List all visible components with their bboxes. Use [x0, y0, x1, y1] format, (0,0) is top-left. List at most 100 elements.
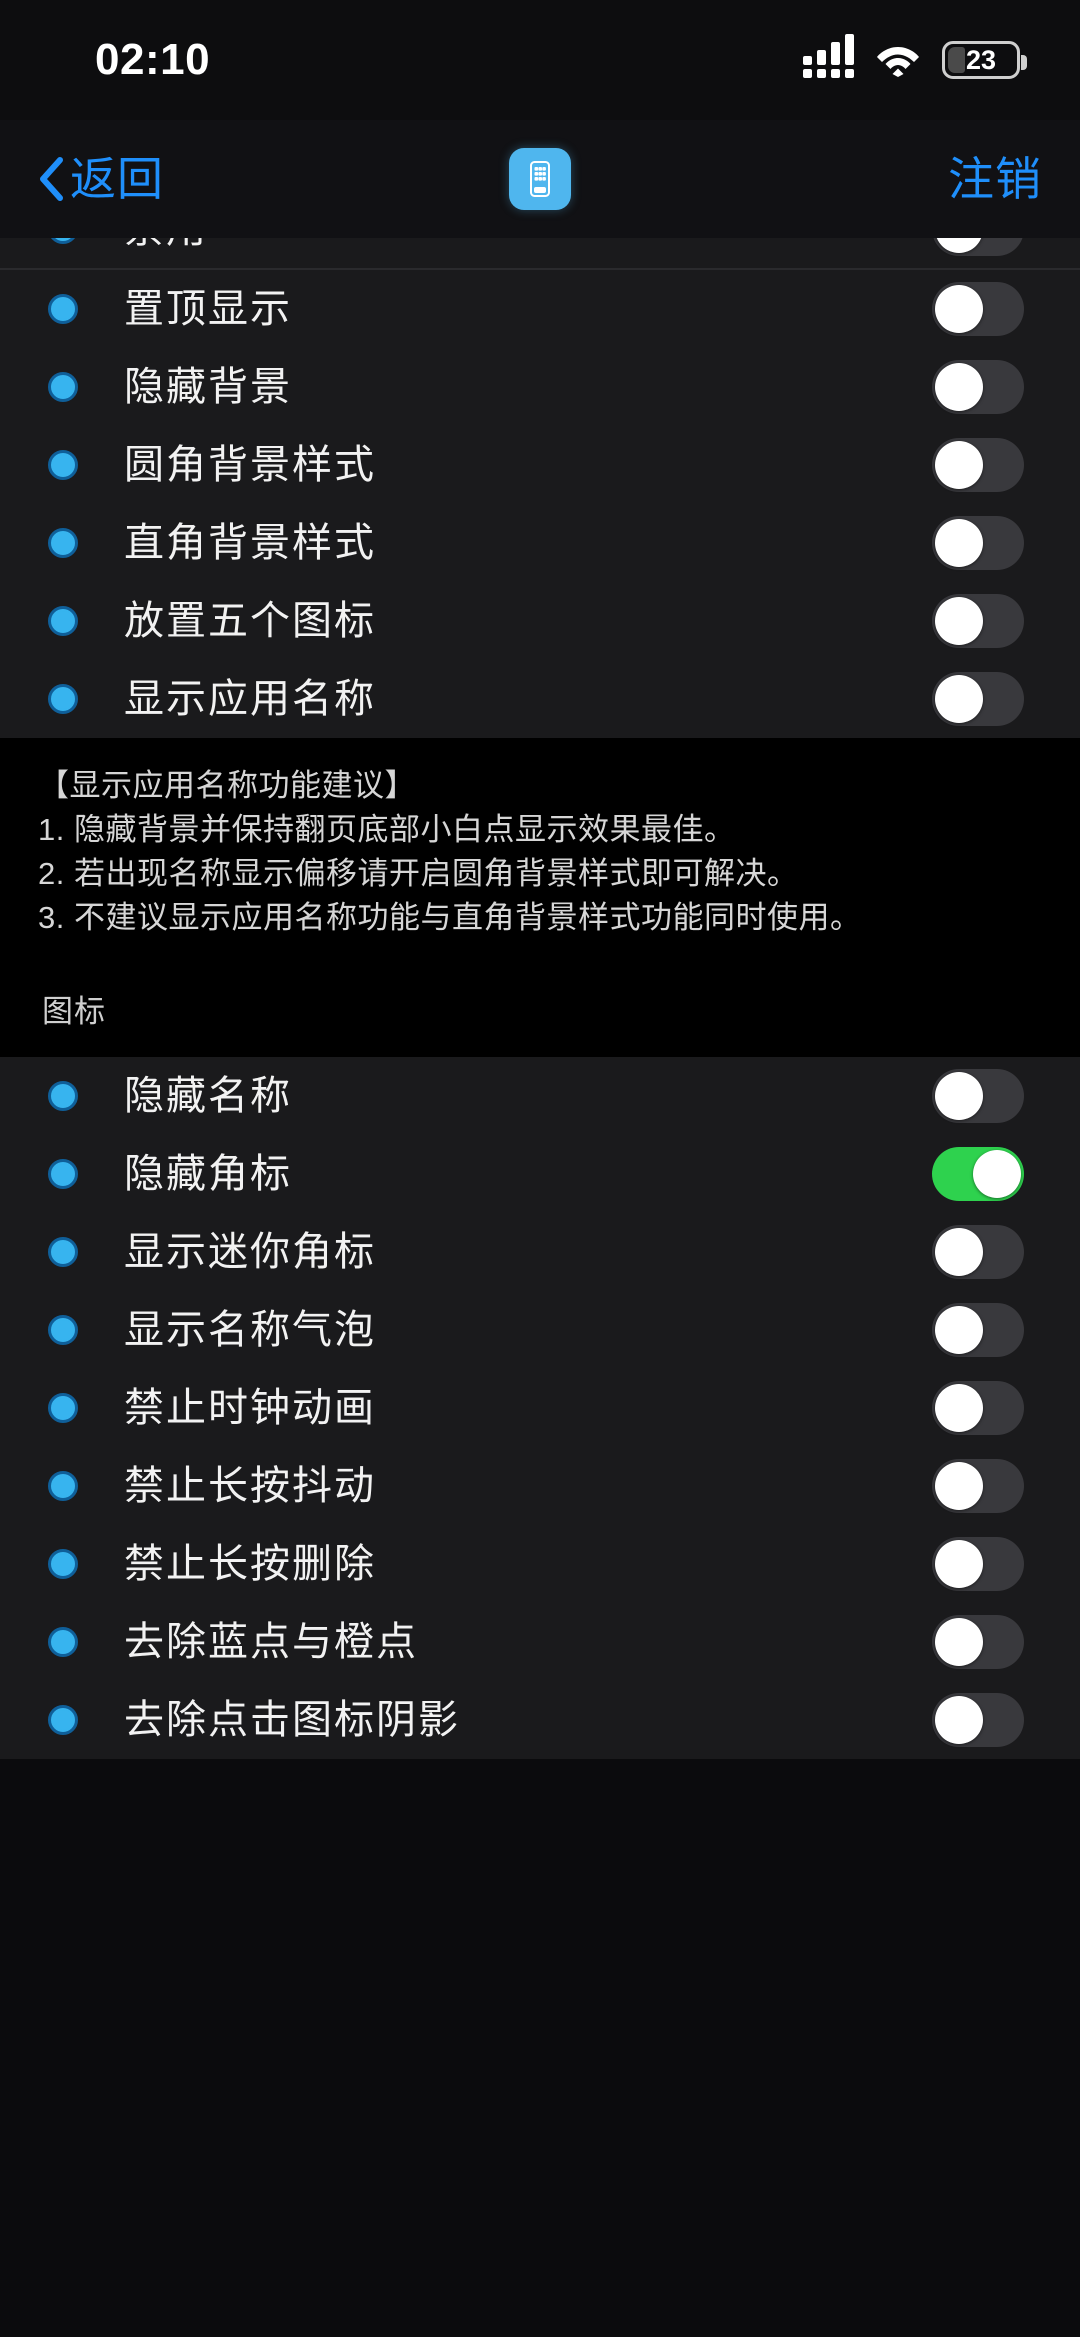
- toggle-knob: [935, 285, 983, 333]
- settings-row-toggle[interactable]: [932, 438, 1024, 492]
- logout-button[interactable]: 注销: [948, 156, 1042, 202]
- settings-row-toggle[interactable]: [932, 1459, 1024, 1514]
- back-button[interactable]: 返回: [38, 156, 164, 202]
- toggle-knob: [935, 675, 983, 723]
- toggle-knob: [935, 1618, 983, 1667]
- settings-row-label: 显示迷你角标: [124, 1230, 376, 1275]
- bullet-icon: [48, 1627, 78, 1658]
- settings-row-xianshi-mini-jiaobiao[interactable]: 显示迷你角标: [0, 1213, 1080, 1291]
- settings-row-toggle[interactable]: [932, 1693, 1024, 1748]
- settings-row-toggle[interactable]: [932, 672, 1024, 726]
- toggle-knob: [935, 597, 983, 645]
- settings-row-label: 去除蓝点与橙点: [124, 1620, 418, 1665]
- settings-row-toggle[interactable]: [932, 1225, 1024, 1280]
- settings-row-toggle[interactable]: [932, 1381, 1024, 1436]
- icon-settings-group: 隐藏名称 隐藏角标 显示迷你角标 显示名称气泡 禁止时钟动画 禁止长按抖动 禁止…: [0, 1057, 1080, 1760]
- settings-row-yincang-beijing[interactable]: 隐藏背景: [0, 348, 1080, 426]
- bullet-icon: [48, 528, 78, 558]
- battery-icon: 23: [942, 41, 1027, 79]
- bullet-icon: [48, 1081, 78, 1112]
- bullet-icon: [48, 1393, 78, 1424]
- settings-row-label: 圆角背景样式: [124, 443, 376, 487]
- settings-row-label: 直角背景样式: [124, 521, 376, 565]
- status-bar-clock: 02:10: [95, 35, 211, 84]
- bullet-icon: [48, 1705, 78, 1736]
- settings-row-toggle[interactable]: [932, 594, 1024, 648]
- toggle-knob: [935, 1540, 983, 1589]
- settings-row-toggle[interactable]: [932, 282, 1024, 336]
- bullet-icon: [48, 1237, 78, 1268]
- settings-row-toggle[interactable]: [932, 1615, 1024, 1670]
- settings-row-toggle[interactable]: [932, 360, 1024, 414]
- settings-row-toggle[interactable]: [932, 238, 1024, 256]
- bullet-icon: [48, 238, 78, 244]
- toggle-knob: [935, 1384, 983, 1433]
- group-footer-note: 【显示应用名称功能建议】 1. 隐藏背景并保持翻页底部小白点显示效果最佳。 2.…: [0, 738, 1080, 971]
- settings-row-label: 隐藏角标: [124, 1152, 292, 1197]
- toggle-knob: [935, 519, 983, 567]
- settings-row-jinzhi-changan-doudong[interactable]: 禁止长按抖动: [0, 1447, 1080, 1525]
- settings-row-label: 隐藏名称: [124, 1074, 292, 1119]
- settings-row-xianshi-mingcheng-qipao[interactable]: 显示名称气泡: [0, 1291, 1080, 1369]
- settings-row-xianshi-yingyong-mingcheng[interactable]: 显示应用名称: [0, 660, 1080, 738]
- battery-level-fill: [948, 47, 965, 73]
- phone-screen: 02:10 23 返回 注销 置顶显示 隐藏背景 圆角背景样式 直角背景样式 放…: [0, 0, 1080, 2337]
- settings-row-yincang-mingcheng[interactable]: 隐藏名称: [0, 1057, 1080, 1135]
- settings-row-toggle[interactable]: [932, 1147, 1024, 1202]
- bullet-icon: [48, 684, 78, 714]
- settings-row-yuanjiao-beijing-yangshi[interactable]: 圆角背景样式: [0, 426, 1080, 504]
- navigation-bar: 返回 注销: [0, 120, 1080, 238]
- section-header-icons: 图标: [0, 970, 1080, 1058]
- settings-row-label: 置顶显示: [124, 287, 292, 331]
- settings-row-toggle[interactable]: [932, 1537, 1024, 1592]
- settings-row-label: 禁止长按抖动: [124, 1464, 376, 1509]
- settings-row-quchu-landian-yu-chengdian[interactable]: 去除蓝点与橙点: [0, 1603, 1080, 1681]
- toggle-knob: [935, 1696, 983, 1745]
- back-button-label: 返回: [70, 153, 164, 205]
- settings-row-label: 禁用: [124, 238, 932, 249]
- settings-row-label: 隐藏背景: [124, 365, 292, 409]
- settings-row-label: 放置五个图标: [124, 599, 376, 643]
- settings-row-toggle[interactable]: [932, 516, 1024, 570]
- toggle-knob: [935, 363, 983, 411]
- footer-note-line: 2. 若出现名称显示偏移请开启圆角背景样式即可解决。: [38, 856, 799, 892]
- toggle-knob: [935, 1072, 983, 1121]
- toggle-knob: [935, 1462, 983, 1511]
- toggle-knob: [935, 1306, 983, 1355]
- status-bar: 02:10 23: [0, 0, 1080, 120]
- settings-row-fangzhi-wuge-tubiao[interactable]: 放置五个图标: [0, 582, 1080, 660]
- settings-row-label: 禁止长按删除: [124, 1542, 376, 1587]
- bullet-icon: [48, 606, 78, 636]
- bullet-icon: [48, 1549, 78, 1580]
- section-header-label: 图标: [42, 994, 106, 1030]
- settings-row-toggle[interactable]: [932, 1303, 1024, 1358]
- bullet-icon: [48, 450, 78, 480]
- springboard-app-icon[interactable]: [509, 148, 571, 210]
- bullet-icon: [48, 372, 78, 402]
- settings-row-yincang-jiaobiao[interactable]: 隐藏角标: [0, 1135, 1080, 1213]
- settings-row-jinzhi-changan-shanchu[interactable]: 禁止长按删除: [0, 1525, 1080, 1603]
- settings-row-label: 显示应用名称: [124, 677, 376, 721]
- footer-note-line: 【显示应用名称功能建议】: [38, 768, 416, 803]
- settings-row-quchu-dianji-tubiao-yinying[interactable]: 去除点击图标阴影: [0, 1681, 1080, 1759]
- settings-row-label: 显示名称气泡: [124, 1308, 376, 1353]
- chevron-left-icon: [38, 156, 64, 202]
- toggle-knob: [935, 441, 983, 489]
- settings-row-label: 禁止时钟动画: [124, 1386, 376, 1431]
- footer-note-line: 3. 不建议显示应用名称功能与直角背景样式功能同时使用。: [38, 900, 862, 936]
- settings-row-toggle[interactable]: [932, 1069, 1024, 1124]
- cellular-signal-icon: [803, 34, 854, 78]
- toggle-knob: [973, 1150, 1021, 1199]
- settings-row-label: 去除点击图标阴影: [124, 1698, 460, 1743]
- settings-row-zhijiao-beijing-yangshi[interactable]: 直角背景样式: [0, 504, 1080, 582]
- status-bar-indicators: 23: [803, 34, 1027, 79]
- toggle-knob: [935, 238, 983, 253]
- bullet-icon: [48, 1159, 78, 1190]
- settings-row-jinzhi-shizhong-donghua[interactable]: 禁止时钟动画: [0, 1369, 1080, 1447]
- bullet-icon: [48, 294, 78, 324]
- settings-row-zhiding-xianshi[interactable]: 置顶显示: [0, 270, 1080, 348]
- clipped-settings-row[interactable]: 禁用: [0, 238, 1080, 268]
- wifi-icon: [876, 43, 920, 77]
- bullet-icon: [48, 1471, 78, 1502]
- bullet-icon: [48, 1315, 78, 1346]
